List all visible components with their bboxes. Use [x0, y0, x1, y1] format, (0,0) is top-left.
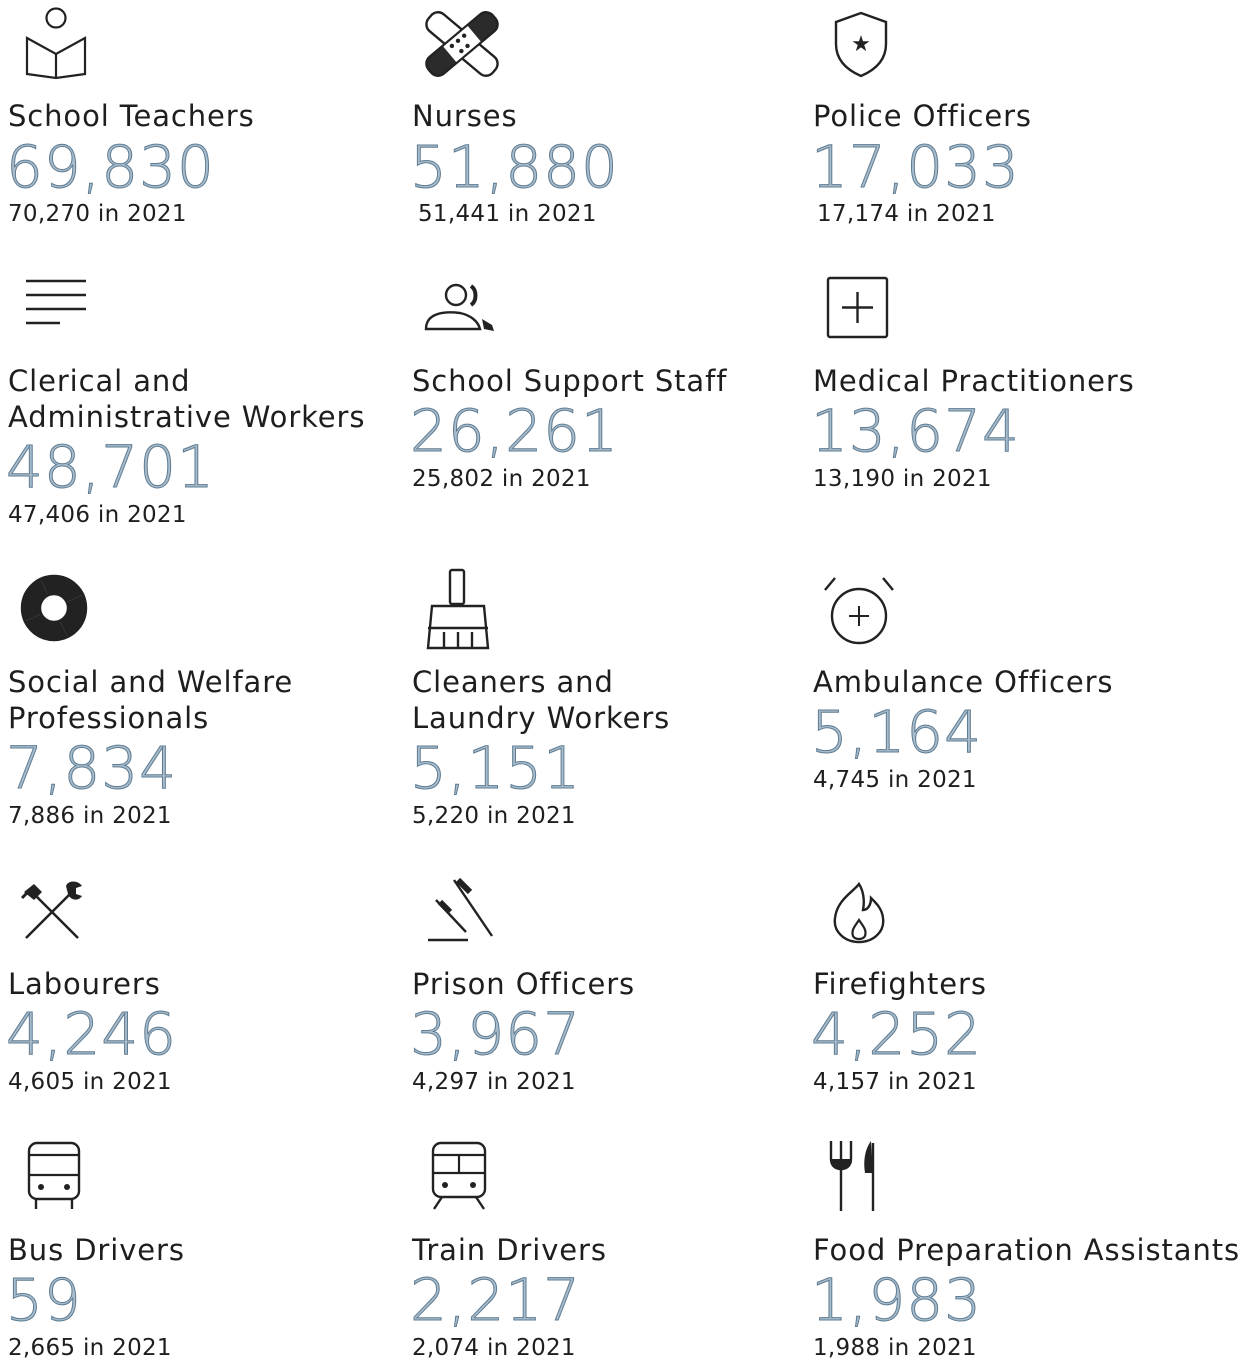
stat-label: Police Officers — [813, 99, 1032, 133]
stat-label: Prison Officers — [412, 967, 636, 1001]
stat-value: 59 — [6, 1266, 82, 1334]
stat-label: Social and Welfare Professionals — [8, 665, 294, 735]
stat-label: School Support Staff — [412, 364, 728, 398]
stat-label: Clerical and Administrative Workers — [8, 364, 366, 434]
stat-value: 5,151 — [409, 734, 582, 802]
flame-icon — [833, 881, 885, 944]
stat-value: 26,261 — [410, 397, 619, 465]
stat-previous: 4,297 in 2021 — [412, 1069, 576, 1095]
stat-value: 4,252 — [810, 1000, 983, 1068]
baton-icon — [428, 877, 493, 942]
stat-value: 4,246 — [5, 1000, 178, 1068]
stat-value: 48,701 — [6, 433, 215, 501]
stat-label: Ambulance Officers — [813, 665, 1114, 699]
stat-label: School Teachers — [8, 99, 255, 133]
train-icon — [431, 1141, 487, 1210]
bandage-icon — [425, 11, 499, 77]
occupation-stats-grid: School Teachers 69,830 70,270 in 2021 Nu… — [0, 0, 1240, 1361]
lifebuoy-icon — [20, 574, 88, 642]
stat-label: Bus Drivers — [8, 1233, 185, 1267]
stat-label: Cleaners and Laundry Workers — [412, 665, 671, 735]
stat-previous: 2,074 in 2021 — [412, 1335, 576, 1361]
stat-value: 69,830 — [6, 133, 215, 201]
alarm-plus-icon — [824, 577, 894, 645]
stat-previous: 4,745 in 2021 — [813, 767, 977, 793]
stat-value: 5,164 — [810, 698, 983, 766]
stat-value: 17,033 — [811, 133, 1020, 201]
stat-previous: 70,270 in 2021 — [8, 201, 187, 227]
stat-value: 1,983 — [810, 1266, 983, 1334]
stat-label: Medical Practitioners — [813, 364, 1135, 398]
stat-previous: 47,406 in 2021 — [8, 502, 187, 528]
stat-label: Train Drivers — [412, 1233, 607, 1267]
stat-label: Firefighters — [813, 967, 987, 1001]
medical-cross-icon — [826, 276, 889, 339]
brush-icon — [426, 568, 490, 650]
stat-previous: 4,605 in 2021 — [8, 1069, 172, 1095]
support-person-icon — [424, 283, 494, 331]
stat-value: 51,880 — [410, 133, 619, 201]
stat-value: 3,967 — [409, 1000, 582, 1068]
stat-value: 13,674 — [811, 397, 1020, 465]
police-badge-icon: ★ — [834, 11, 888, 78]
crossed-tools-icon — [20, 881, 82, 939]
bus-icon — [27, 1141, 81, 1209]
stat-previous: 4,157 in 2021 — [813, 1069, 977, 1095]
stat-previous: 25,802 in 2021 — [412, 466, 591, 492]
stat-previous: 1,988 in 2021 — [813, 1335, 977, 1361]
svg-text:★: ★ — [851, 32, 871, 57]
stat-previous: 7,886 in 2021 — [8, 803, 172, 829]
stat-previous: 51,441 in 2021 — [418, 201, 597, 227]
stat-label: Labourers — [8, 967, 161, 1001]
reading-person-icon — [25, 7, 87, 80]
text-lines-icon — [26, 279, 86, 325]
stat-previous: 5,220 in 2021 — [412, 803, 576, 829]
stat-value: 2,217 — [409, 1266, 582, 1334]
stat-label: Nurses — [412, 99, 518, 133]
stat-previous: 17,174 in 2021 — [817, 201, 996, 227]
stat-previous: 2,665 in 2021 — [8, 1335, 172, 1361]
stat-label: Food Preparation Assistants — [813, 1233, 1240, 1267]
stat-previous: 13,190 in 2021 — [813, 466, 992, 492]
stat-value: 7,834 — [5, 734, 178, 802]
fork-knife-icon — [829, 1141, 875, 1211]
